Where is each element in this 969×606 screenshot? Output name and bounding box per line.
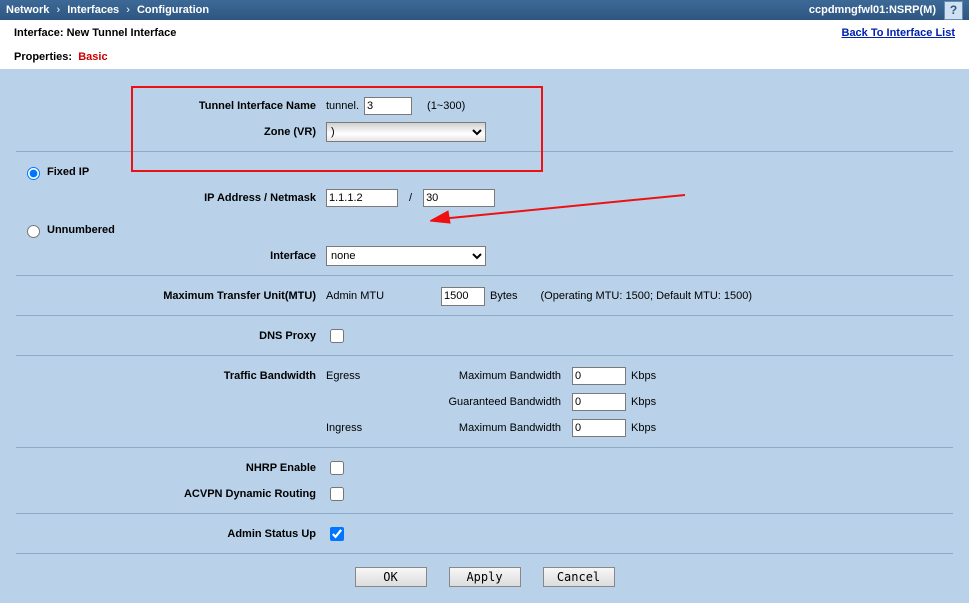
zone-select[interactable]: )	[326, 122, 486, 142]
label-traffic-bw: Traffic Bandwidth	[16, 370, 326, 382]
label-ingress: Ingress	[326, 422, 436, 434]
crumb-sep: ›	[126, 4, 130, 16]
label-fixed-ip: Fixed IP	[47, 166, 89, 178]
netmask-input[interactable]	[423, 189, 495, 207]
form-area: Tunnel Interface Name tunnel. (1~300) Zo…	[0, 69, 969, 603]
label-nhrp: NHRP Enable	[16, 462, 326, 474]
ingress-max-input[interactable]	[572, 419, 626, 437]
breadcrumb: Network › Interfaces › Configuration	[6, 4, 209, 16]
mtu-note: (Operating MTU: 1500; Default MTU: 1500)	[541, 290, 753, 302]
help-icon[interactable]: ?	[944, 1, 963, 20]
crumb-network[interactable]: Network	[6, 4, 49, 16]
system-name: ccpdmngfwl01:NSRP(M)	[809, 4, 936, 16]
label-max-bw: Maximum Bandwidth	[441, 370, 567, 382]
label-dns-proxy: DNS Proxy	[16, 330, 326, 342]
tunnel-number-input[interactable]	[364, 97, 412, 115]
label-admin-mtu: Admin MTU	[326, 290, 436, 302]
label-interface: Interface	[16, 250, 326, 262]
label-unnumbered: Unnumbered	[47, 224, 115, 236]
crumb-interfaces[interactable]: Interfaces	[67, 4, 119, 16]
fixed-ip-radio[interactable]	[27, 167, 40, 180]
page-header: Back To Interface List Interface: New Tu…	[0, 20, 969, 69]
properties-label: Properties: Basic	[14, 51, 955, 63]
egress-guaranteed-input[interactable]	[572, 393, 626, 411]
crumb-sep: ›	[56, 4, 60, 16]
ip-address-input[interactable]	[326, 189, 398, 207]
ok-button[interactable]: OK	[355, 567, 427, 587]
egress-max-input[interactable]	[572, 367, 626, 385]
kbps-label: Kbps	[631, 396, 656, 408]
kbps-label: Kbps	[631, 422, 656, 434]
tunnel-prefix: tunnel.	[326, 100, 359, 112]
admin-up-checkbox[interactable]	[330, 527, 344, 541]
label-tunnel-name: Tunnel Interface Name	[16, 100, 326, 112]
apply-button[interactable]: Apply	[449, 567, 521, 587]
label-egress: Egress	[326, 370, 436, 382]
label-acvpn: ACVPN Dynamic Routing	[16, 488, 326, 500]
top-bar: Network › Interfaces › Configuration ccp…	[0, 0, 969, 20]
kbps-label: Kbps	[631, 370, 656, 382]
bytes-label: Bytes	[490, 290, 518, 302]
label-guaranteed-bw: Guaranteed Bandwidth	[441, 396, 567, 408]
interface-select[interactable]: none	[326, 246, 486, 266]
props-value: Basic	[78, 51, 107, 63]
acvpn-checkbox[interactable]	[330, 487, 344, 501]
label-ip-netmask: IP Address / Netmask	[16, 192, 326, 204]
nhrp-checkbox[interactable]	[330, 461, 344, 475]
props-key: Properties:	[14, 51, 72, 63]
label-admin-up: Admin Status Up	[16, 528, 326, 540]
label-mtu: Maximum Transfer Unit(MTU)	[16, 290, 326, 302]
dns-proxy-checkbox[interactable]	[330, 329, 344, 343]
page-title: Interface: New Tunnel Interface	[14, 27, 955, 39]
crumb-config[interactable]: Configuration	[137, 4, 209, 16]
label-zone: Zone (VR)	[16, 126, 326, 138]
tunnel-range: (1~300)	[427, 100, 465, 112]
label-max-bw: Maximum Bandwidth	[441, 422, 567, 434]
cancel-button[interactable]: Cancel	[543, 567, 615, 587]
back-link[interactable]: Back To Interface List	[842, 27, 956, 39]
unnumbered-radio[interactable]	[27, 225, 40, 238]
mtu-input[interactable]	[441, 287, 485, 306]
slash: /	[409, 192, 412, 204]
